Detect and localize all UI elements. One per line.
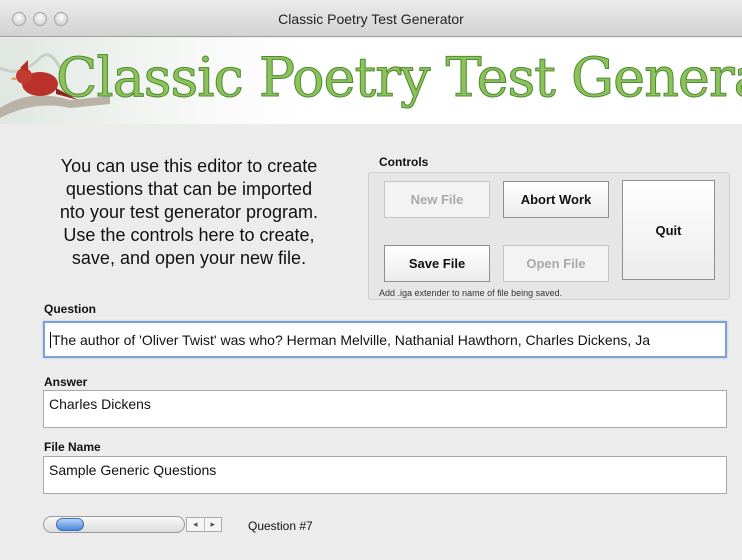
new-file-button[interactable]: New File [384, 181, 490, 218]
question-stepper: ◂ ▸ [186, 517, 222, 532]
file-name-input[interactable]: Sample Generic Questions [43, 456, 727, 494]
intro-line: Use the controls here to create, [63, 225, 315, 245]
save-file-button[interactable]: Save File [384, 245, 490, 282]
intro-line: nto your test generator program. [59, 202, 319, 222]
file-name-label: File Name [44, 440, 101, 454]
abort-work-button[interactable]: Abort Work [503, 181, 609, 218]
question-label: Question [44, 302, 97, 316]
file-name-value: Sample Generic Questions [49, 462, 217, 478]
text-caret [50, 331, 51, 348]
answer-value: Charles Dickens [49, 396, 151, 412]
question-input[interactable]: The author of 'Oliver Twist' was who? He… [43, 321, 727, 358]
question-slider[interactable] [43, 516, 185, 533]
stepper-back-icon[interactable]: ◂ [187, 518, 204, 531]
intro-line: questions that can be imported [65, 179, 313, 199]
stepper-forward-icon[interactable]: ▸ [203, 518, 222, 531]
intro-text: You can use this editor to create questi… [36, 155, 342, 270]
slider-thumb[interactable] [56, 518, 84, 531]
question-number: Question #7 [248, 519, 313, 533]
app-window: Classic Poetry Test Generator Classic Po… [0, 0, 742, 560]
banner-title: Classic Poetry Test Generator [56, 46, 742, 109]
intro-line: You can use this editor to create [60, 156, 318, 176]
open-file-button[interactable]: Open File [503, 245, 609, 282]
controls-note: Add .iga extender to name of file being … [379, 288, 563, 298]
answer-label: Answer [44, 375, 88, 389]
controls-group: New File Abort Work Quit Save File Open … [368, 172, 730, 300]
question-value: The author of 'Oliver Twist' was who? He… [52, 331, 650, 348]
title-bar: Classic Poetry Test Generator [0, 0, 742, 37]
answer-input[interactable]: Charles Dickens [43, 390, 727, 428]
window-title: Classic Poetry Test Generator [278, 11, 464, 27]
quit-button[interactable]: Quit [622, 180, 715, 280]
intro-line: save, and open your new file. [71, 248, 307, 268]
banner: Classic Poetry Test Generator [0, 38, 742, 124]
controls-label: Controls [379, 155, 429, 169]
